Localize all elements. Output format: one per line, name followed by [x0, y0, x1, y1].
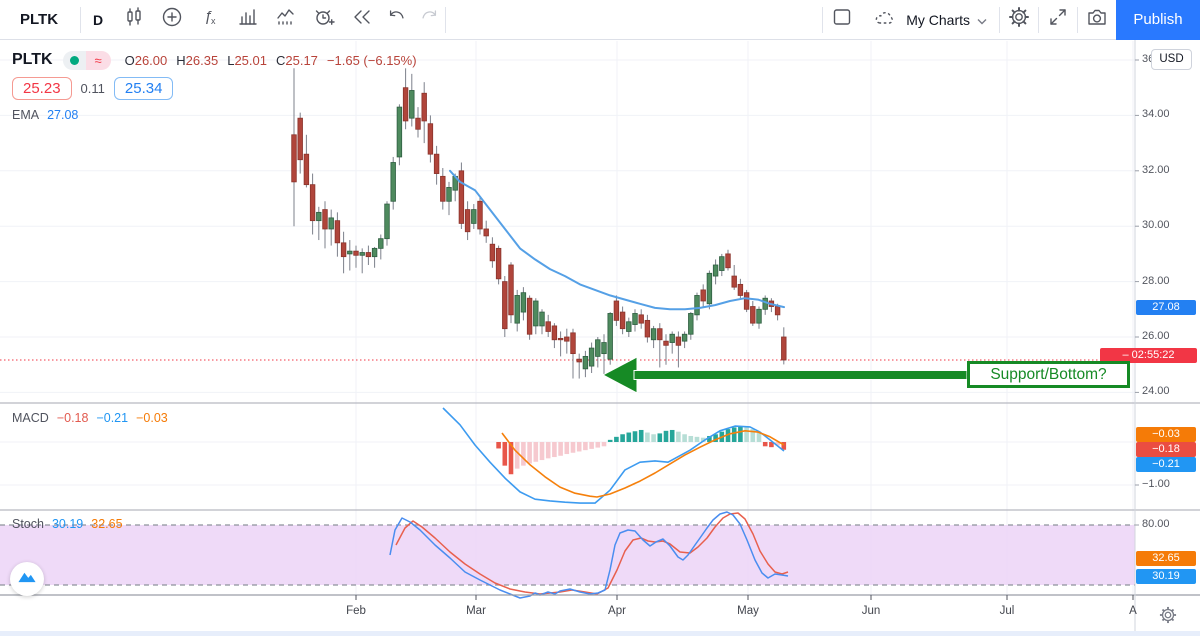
replay-button[interactable] [343, 0, 381, 40]
macd-label: MACD [12, 411, 49, 425]
gear-icon [1157, 613, 1179, 630]
macd-legend[interactable]: MACD −0.18 −0.21 −0.03 [12, 411, 168, 425]
layout-button[interactable] [823, 0, 861, 40]
publish-button[interactable]: Publish [1116, 0, 1200, 40]
ema-value: 27.08 [47, 108, 78, 122]
time-tick-label: Feb [334, 605, 378, 617]
stoch-k-pill: 30.19 [1136, 569, 1196, 584]
snapshot-button[interactable] [1078, 0, 1116, 40]
price-tick-label: 26.00 [1142, 330, 1170, 342]
market-status-toggle[interactable]: ≈ [63, 51, 111, 70]
redo-arrow-icon [418, 6, 440, 33]
fullscreen-button[interactable] [1039, 0, 1077, 40]
stoch-label: Stoch [12, 517, 44, 531]
symbol-button[interactable]: PLTK [0, 11, 80, 28]
cloud-icon [873, 7, 899, 32]
time-tick-label: A [1111, 605, 1155, 617]
top-toolbar: PLTK D ƒx [0, 0, 1200, 40]
macd-line-pill: −0.21 [1136, 457, 1196, 472]
spread-value: 0.11 [81, 81, 105, 96]
symbol-legend: PLTK ≈ O26.00 H26.35 L25.01 C25.17 −1.65… [12, 50, 417, 100]
brand-logo [10, 562, 44, 596]
stoch-d-pill: 32.65 [1136, 551, 1196, 566]
ema-label: EMA [12, 108, 39, 122]
time-tick-label: May [726, 605, 770, 617]
ema-legend[interactable]: EMA 27.08 [12, 108, 78, 122]
stoch-d-value: 32.65 [91, 517, 122, 531]
templates-button[interactable] [267, 0, 305, 40]
time-tick-label: Apr [595, 605, 639, 617]
camera-icon [1085, 5, 1109, 34]
macd-signal-value: −0.03 [136, 411, 168, 425]
gear-icon [1007, 5, 1031, 34]
bar-chart-icon [236, 5, 260, 34]
approx-price-icon: ≈ [86, 51, 111, 70]
ohlc-values: O26.00 H26.35 L25.01 C25.17 −1.65 (−6.15… [125, 53, 417, 68]
forecast-line-icon [274, 5, 298, 34]
currency-button[interactable]: USD [1151, 49, 1192, 70]
window-footer [0, 631, 1200, 636]
sell-price-button[interactable]: 25.23 [12, 77, 72, 100]
legend-symbol[interactable]: PLTK [12, 51, 53, 69]
time-axis-settings-button[interactable] [1157, 604, 1179, 631]
market-open-dot-icon [63, 51, 86, 70]
macd-hist-pill: −0.18 [1136, 442, 1196, 457]
compare-add-button[interactable] [153, 0, 191, 40]
layout-square-icon [830, 5, 854, 34]
alert-button[interactable] [305, 0, 343, 40]
stoch-legend[interactable]: Stoch 30.19 32.65 [12, 517, 123, 531]
price-tick-label: 34.00 [1142, 108, 1170, 120]
chart-style-button[interactable] [115, 0, 153, 40]
fx-icon: ƒx [198, 5, 222, 34]
time-tick-label: Mar [454, 605, 498, 617]
svg-text:x: x [211, 16, 216, 26]
mountains-icon [15, 565, 39, 594]
stoch-k-value: 30.19 [52, 517, 83, 531]
undo-arrow-icon [386, 6, 408, 33]
macd-hist-value: −0.18 [57, 411, 89, 425]
candlestick-icon [122, 5, 146, 34]
price-tick-label: 32.00 [1142, 164, 1170, 176]
price-tick-label: 30.00 [1142, 219, 1170, 231]
price-tick-label: 24.00 [1142, 385, 1170, 397]
alarm-clock-plus-icon [312, 5, 336, 34]
support-annotation[interactable]: Support/Bottom? [967, 361, 1130, 388]
my-charts-button[interactable]: My Charts [861, 0, 999, 40]
chevron-down-icon [977, 12, 987, 28]
buy-price-button[interactable]: 25.34 [114, 77, 174, 100]
undo-button[interactable] [381, 0, 413, 40]
fundamentals-button[interactable] [229, 0, 267, 40]
change-value: −1.65 (−6.15%) [327, 53, 417, 68]
my-charts-label: My Charts [906, 12, 970, 28]
rewind-icon [350, 5, 374, 34]
interval-button[interactable]: D [81, 0, 115, 40]
toolbar-divider [445, 7, 446, 33]
chart-settings-button[interactable] [1000, 0, 1038, 40]
support-arrow[interactable] [603, 357, 637, 393]
ema-price-pill: 27.08 [1136, 300, 1196, 315]
macd-line-value: −0.21 [96, 411, 128, 425]
indicator-tick-label: 80.00 [1142, 518, 1170, 530]
macd-signal-pill: −0.03 [1136, 427, 1196, 442]
chart-window: PLTK D ƒx [0, 0, 1200, 636]
expand-arrows-icon [1046, 5, 1070, 34]
time-tick-label: Jul [985, 605, 1029, 617]
time-tick-label: Jun [849, 605, 893, 617]
redo-button[interactable] [413, 0, 445, 40]
indicators-button[interactable]: ƒx [191, 0, 229, 40]
indicator-tick-label: −1.00 [1142, 478, 1170, 490]
price-tick-label: 28.00 [1142, 275, 1170, 287]
plus-circle-icon [160, 5, 184, 34]
